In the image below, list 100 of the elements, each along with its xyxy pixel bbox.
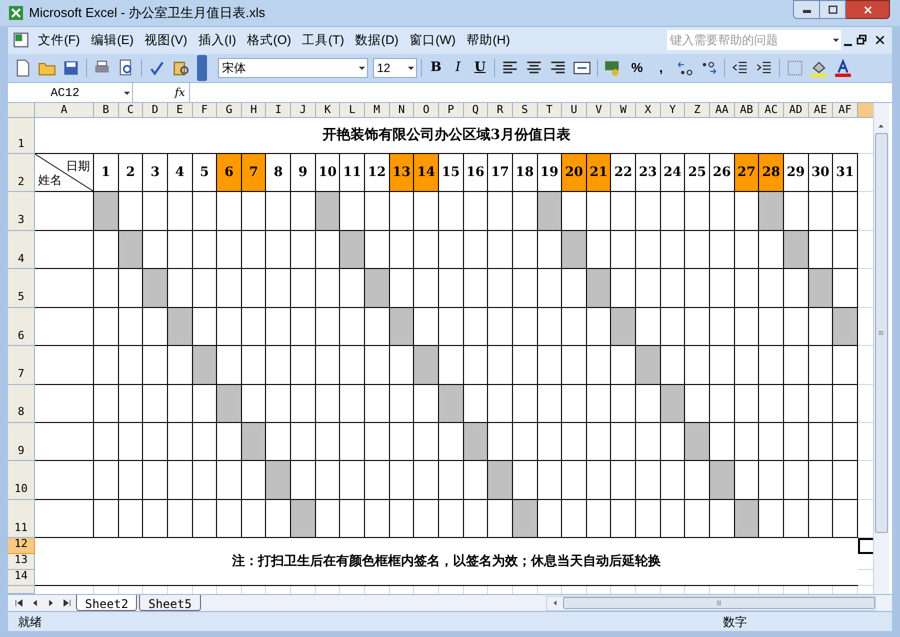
- vertical-scrollbar[interactable]: [872, 103, 889, 594]
- close-icon[interactable]: [874, 34, 886, 46]
- row-header[interactable]: 3: [8, 192, 35, 231]
- italic-button[interactable]: I: [448, 58, 468, 78]
- day-header-cell: 3: [143, 154, 168, 192]
- column-header[interactable]: O: [414, 103, 439, 118]
- column-header[interactable]: X: [636, 103, 661, 118]
- underline-button[interactable]: U: [470, 58, 490, 78]
- column-header[interactable]: K: [316, 103, 340, 118]
- column-header[interactable]: D: [143, 103, 168, 118]
- menu-item[interactable]: 数据(D): [351, 30, 403, 50]
- new-document-icon[interactable]: [14, 58, 32, 77]
- menu-item[interactable]: 帮助(H): [462, 30, 514, 50]
- restore-icon[interactable]: [856, 34, 868, 46]
- column-header[interactable]: F: [192, 103, 218, 118]
- insert-function-label[interactable]: fx: [133, 84, 189, 102]
- column-header[interactable]: U: [562, 103, 587, 118]
- day-header-cell: 13: [390, 154, 414, 192]
- day-header-cell: 1: [94, 154, 119, 192]
- day-header-cell: 12: [365, 154, 390, 192]
- date-header-label: 日期: [66, 158, 90, 176]
- column-header[interactable]: I: [266, 103, 292, 118]
- column-header[interactable]: N: [390, 103, 414, 118]
- column-header[interactable]: B: [94, 103, 119, 118]
- day-header-cell: 10: [316, 154, 340, 192]
- day-header-cell: 5: [192, 154, 218, 192]
- row-header[interactable]: 13: [8, 554, 35, 570]
- column-header[interactable]: Z: [685, 103, 710, 118]
- day-header-cell: 22: [611, 154, 636, 192]
- scrollbar-thumb[interactable]: [874, 133, 888, 534]
- row-header[interactable]: 11: [8, 500, 35, 538]
- day-header-cell: 7: [242, 154, 266, 192]
- row-header[interactable]: 14: [8, 570, 35, 586]
- row-header[interactable]: 6: [8, 308, 35, 346]
- column-header[interactable]: P: [438, 103, 464, 118]
- column-header[interactable]: AC: [759, 103, 784, 118]
- column-header[interactable]: J: [291, 103, 316, 118]
- row-header[interactable]: 10: [8, 461, 35, 500]
- column-header[interactable]: AB: [734, 103, 760, 118]
- column-header[interactable]: V: [586, 103, 612, 118]
- column-header[interactable]: S: [512, 103, 538, 118]
- column-header[interactable]: M: [365, 103, 390, 118]
- toolbar-options-handle[interactable]: [197, 54, 207, 81]
- maximize-button[interactable]: [820, 0, 846, 19]
- day-header-cell: 16: [464, 154, 488, 192]
- minimize-icon: [802, 10, 810, 13]
- column-header[interactable]: AD: [784, 103, 809, 118]
- first-sheet-icon[interactable]: [14, 598, 24, 608]
- menu-item[interactable]: 视图(V): [140, 30, 192, 50]
- menu-item[interactable]: 窗口(W): [406, 30, 460, 50]
- horizontal-scrollbar[interactable]: [546, 596, 876, 611]
- font-size-field[interactable]: 12: [373, 58, 417, 78]
- scrollbar-thumb[interactable]: [563, 597, 875, 610]
- day-header-cell: 8: [266, 154, 292, 192]
- column-header[interactable]: C: [118, 103, 144, 118]
- menu-item[interactable]: 编辑(E): [86, 30, 138, 50]
- row-header[interactable]: 4: [8, 230, 35, 270]
- bold-button[interactable]: B: [426, 58, 446, 78]
- row-header[interactable]: 12: [8, 538, 35, 554]
- column-header[interactable]: Q: [464, 103, 488, 118]
- close-button[interactable]: [846, 0, 890, 19]
- column-header[interactable]: E: [168, 103, 193, 118]
- menu-item[interactable]: 插入(I): [194, 30, 240, 50]
- last-sheet-icon[interactable]: [62, 598, 72, 608]
- row-header[interactable]: 9: [8, 422, 35, 462]
- column-header[interactable]: A: [35, 103, 94, 118]
- column-header[interactable]: G: [217, 103, 242, 118]
- comma-button[interactable]: ,: [650, 58, 672, 78]
- day-header-cell: 6: [217, 154, 242, 192]
- menu-item[interactable]: 工具(T): [298, 30, 348, 50]
- row-header[interactable]: 7: [8, 346, 35, 385]
- column-header[interactable]: Y: [660, 103, 686, 118]
- help-search-field[interactable]: 键入需要帮助的问题: [667, 30, 841, 50]
- name-cell: [35, 422, 94, 462]
- save-icon[interactable]: [62, 58, 80, 77]
- borders-icon[interactable]: [786, 58, 804, 77]
- column-header[interactable]: T: [538, 103, 562, 118]
- column-header[interactable]: R: [488, 103, 513, 118]
- minimize-button[interactable]: [793, 0, 820, 19]
- percent-button[interactable]: %: [626, 58, 648, 78]
- sheet-tab[interactable]: Sheet2: [76, 594, 138, 611]
- minimize-icon[interactable]: [844, 44, 852, 46]
- row-header[interactable]: 8: [8, 384, 35, 423]
- row-header[interactable]: 2: [8, 154, 35, 192]
- font-color-icon[interactable]: [834, 58, 852, 77]
- scroll-left-icon[interactable]: [551, 599, 559, 608]
- column-header[interactable]: AE: [808, 103, 834, 118]
- column-header[interactable]: H: [242, 103, 266, 118]
- column-header[interactable]: AA: [710, 103, 735, 118]
- row-header[interactable]: 5: [8, 269, 35, 308]
- font-name-field[interactable]: 宋体: [218, 58, 368, 78]
- column-header[interactable]: AF: [833, 103, 858, 118]
- day-header-cell: 18: [512, 154, 538, 192]
- name-cell: [35, 230, 94, 270]
- row-header[interactable]: 1: [8, 118, 35, 154]
- menu-item[interactable]: 格式(O): [243, 30, 296, 50]
- menu-item[interactable]: 文件(F): [34, 30, 84, 50]
- column-header[interactable]: L: [340, 103, 366, 118]
- column-header[interactable]: W: [611, 103, 636, 118]
- sheet-tab[interactable]: Sheet5: [139, 594, 201, 611]
